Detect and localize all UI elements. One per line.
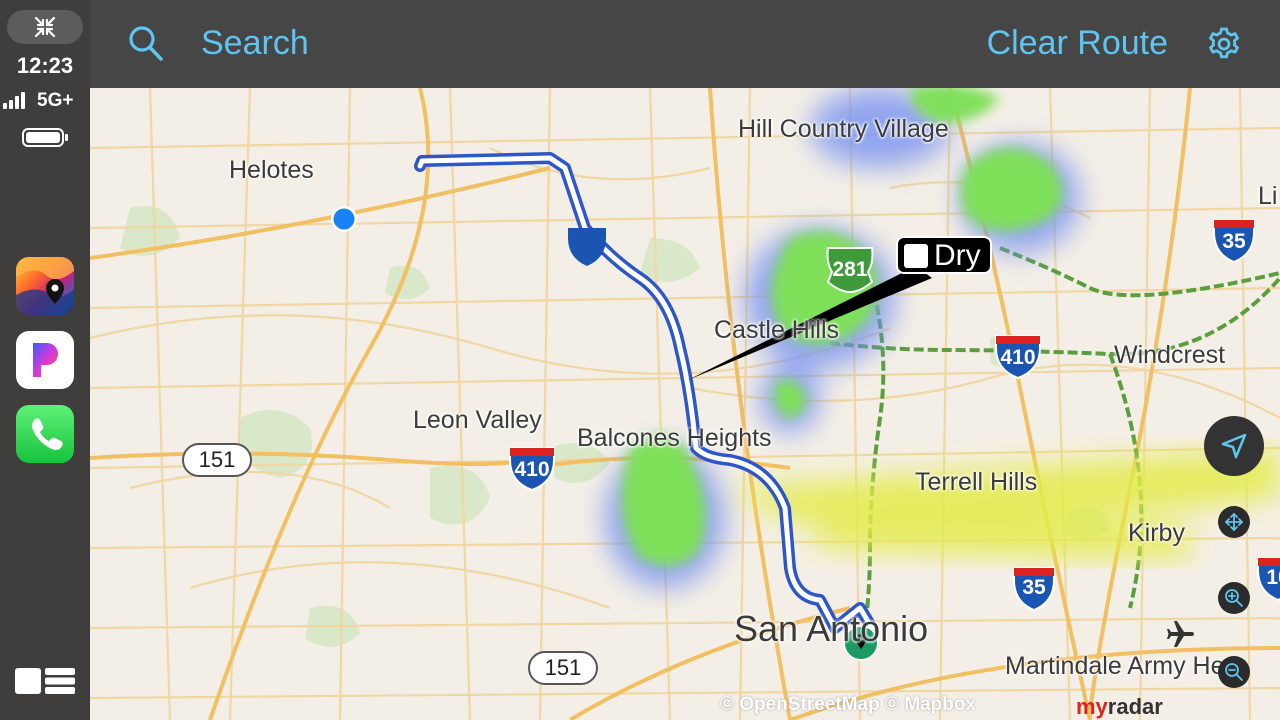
shield-sh151-west: 151 — [182, 443, 252, 477]
place-label: Helotes — [229, 156, 314, 184]
status-time: 12:23 — [16, 53, 74, 78]
shield-sh151-south: 151 — [528, 651, 598, 685]
pan-arrows-icon[interactable] — [1218, 506, 1250, 538]
shield-us281: 281 — [832, 258, 867, 281]
user-location-dot — [333, 208, 355, 230]
location-arrow-icon[interactable] — [1204, 416, 1264, 476]
network-type: 5G+ — [37, 90, 74, 111]
collapse-icon[interactable] — [7, 10, 83, 44]
interstate-shield: 35 — [1013, 567, 1055, 612]
zoom-in-icon[interactable] — [1218, 582, 1250, 614]
road-condition-swatch — [904, 244, 928, 268]
place-label: Terrell Hills — [915, 468, 1038, 496]
top-bar: Search Clear Route — [90, 0, 1280, 88]
clear-route-button[interactable]: Clear Route — [987, 24, 1168, 63]
place-label: Leon Valley — [413, 406, 542, 434]
interstate-shield: 10 — [1257, 557, 1280, 602]
interstate-shield: 410 — [509, 447, 555, 492]
radar-map[interactable]: 35 410 410 35 10 281 — [90, 88, 1280, 720]
battery-icon — [22, 128, 68, 147]
map-attribution: © OpenStreetMap © Mapbox — [720, 694, 977, 715]
shield-i410-east: 410 — [1000, 346, 1035, 369]
shield-i10-partial: 10 — [1266, 566, 1280, 589]
phone-app-icon[interactable] — [16, 405, 74, 463]
pandora-app-icon[interactable] — [16, 331, 74, 389]
road-condition-badge[interactable]: Dry — [896, 236, 992, 274]
place-label: Li — [1258, 182, 1278, 210]
zoom-out-icon[interactable] — [1218, 656, 1250, 688]
shield-i35-north: 35 — [1222, 230, 1246, 253]
place-label: Hill Country Village — [738, 115, 949, 143]
interstate-shield: 35 — [1213, 219, 1255, 264]
road-condition-label: Dry — [934, 239, 981, 272]
carplay-dock: 12:23 5G+ — [0, 0, 90, 720]
place-label: Martindale Army He — [1005, 652, 1225, 680]
place-label: San Antonio — [734, 608, 929, 649]
search-icon[interactable] — [128, 25, 164, 68]
shield-i35-south: 35 — [1022, 576, 1046, 599]
place-label: Castle Hills — [714, 316, 840, 344]
place-label: Kirby — [1128, 519, 1185, 547]
myradar-app-icon[interactable] — [16, 257, 74, 315]
airplane-icon — [1164, 618, 1196, 655]
search-button[interactable]: Search — [201, 24, 309, 63]
shield-i410-west: 410 — [514, 458, 549, 481]
us-highway-shield: 281 — [826, 247, 874, 294]
place-label: Balcones Heights — [577, 424, 772, 452]
gear-icon[interactable] — [1206, 26, 1242, 67]
signal-strength-icon — [3, 92, 25, 109]
place-label: Windcrest — [1114, 341, 1226, 369]
dashboard-icon[interactable] — [15, 666, 75, 696]
myradar-logo: myradar — [1076, 694, 1163, 719]
